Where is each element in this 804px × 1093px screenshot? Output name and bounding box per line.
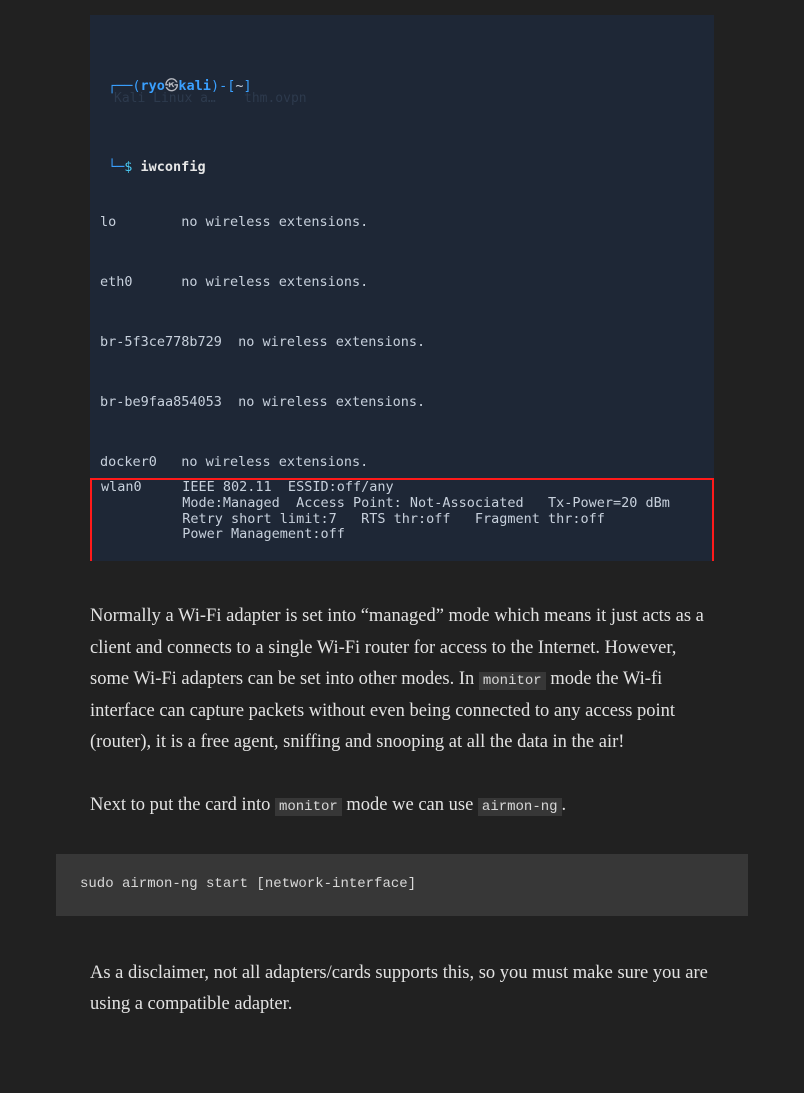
prompt-dollar: $ — [124, 159, 132, 175]
wlan0-block: wlan0 IEEE 802.11 ESSID:off/any Mode:Man… — [101, 479, 670, 559]
article-body: ┌──(ryo㉿kali)-[~] └─$ iwconfig lo no wir… — [0, 0, 804, 1093]
p2-text-a: Next to put the card into — [90, 795, 275, 815]
code-block-airmon: sudo airmon-ng start [network-interface] — [56, 854, 748, 916]
skull-icon: ㉿ — [165, 78, 179, 94]
paren-open: ( — [132, 78, 140, 94]
paren-close: ) — [211, 78, 219, 94]
prompt-path: ~ — [235, 78, 243, 94]
output-line-eth0: eth0 no wireless extensions. — [100, 274, 368, 290]
inline-code-monitor-2: monitor — [275, 798, 342, 816]
p2-text-b: mode we can use — [342, 795, 478, 815]
output-line-lo: lo no wireless extensions. — [100, 214, 368, 230]
paragraph-1: Normally a Wi-Fi adapter is set into “ma… — [90, 601, 714, 758]
command-text: iwconfig — [141, 159, 206, 175]
prompt-corner: ┌── — [108, 78, 132, 94]
p2-text-c: . — [562, 795, 567, 815]
prompt-host: kali — [178, 78, 211, 94]
prompt-dash: - — [219, 78, 227, 94]
prompt-line-2: └─$ iwconfig — [100, 156, 704, 178]
inline-code-airmon: airmon-ng — [478, 798, 562, 816]
wlan0-highlight: wlan0 IEEE 802.11 ESSID:off/any Mode:Man… — [90, 478, 714, 562]
terminal-screenshot: ┌──(ryo㉿kali)-[~] └─$ iwconfig lo no wir… — [90, 15, 714, 561]
output-line-docker0: docker0 no wireless extensions. — [100, 454, 368, 470]
paragraph-2: Next to put the card into monitor mode w… — [90, 790, 714, 821]
output-line-br1: br-5f3ce778b729 no wireless extensions. — [100, 334, 425, 350]
prompt-user: ryo — [141, 78, 165, 94]
inline-code-monitor-1: monitor — [479, 672, 546, 690]
output-line-br2: br-be9faa854053 no wireless extensions. — [100, 394, 425, 410]
bracket-close: ] — [244, 78, 252, 94]
paragraph-3: As a disclaimer, not all adapters/cards … — [90, 958, 714, 1021]
prompt-line-1: ┌──(ryo㉿kali)-[~] — [100, 75, 704, 97]
prompt-branch: └─ — [108, 159, 124, 175]
